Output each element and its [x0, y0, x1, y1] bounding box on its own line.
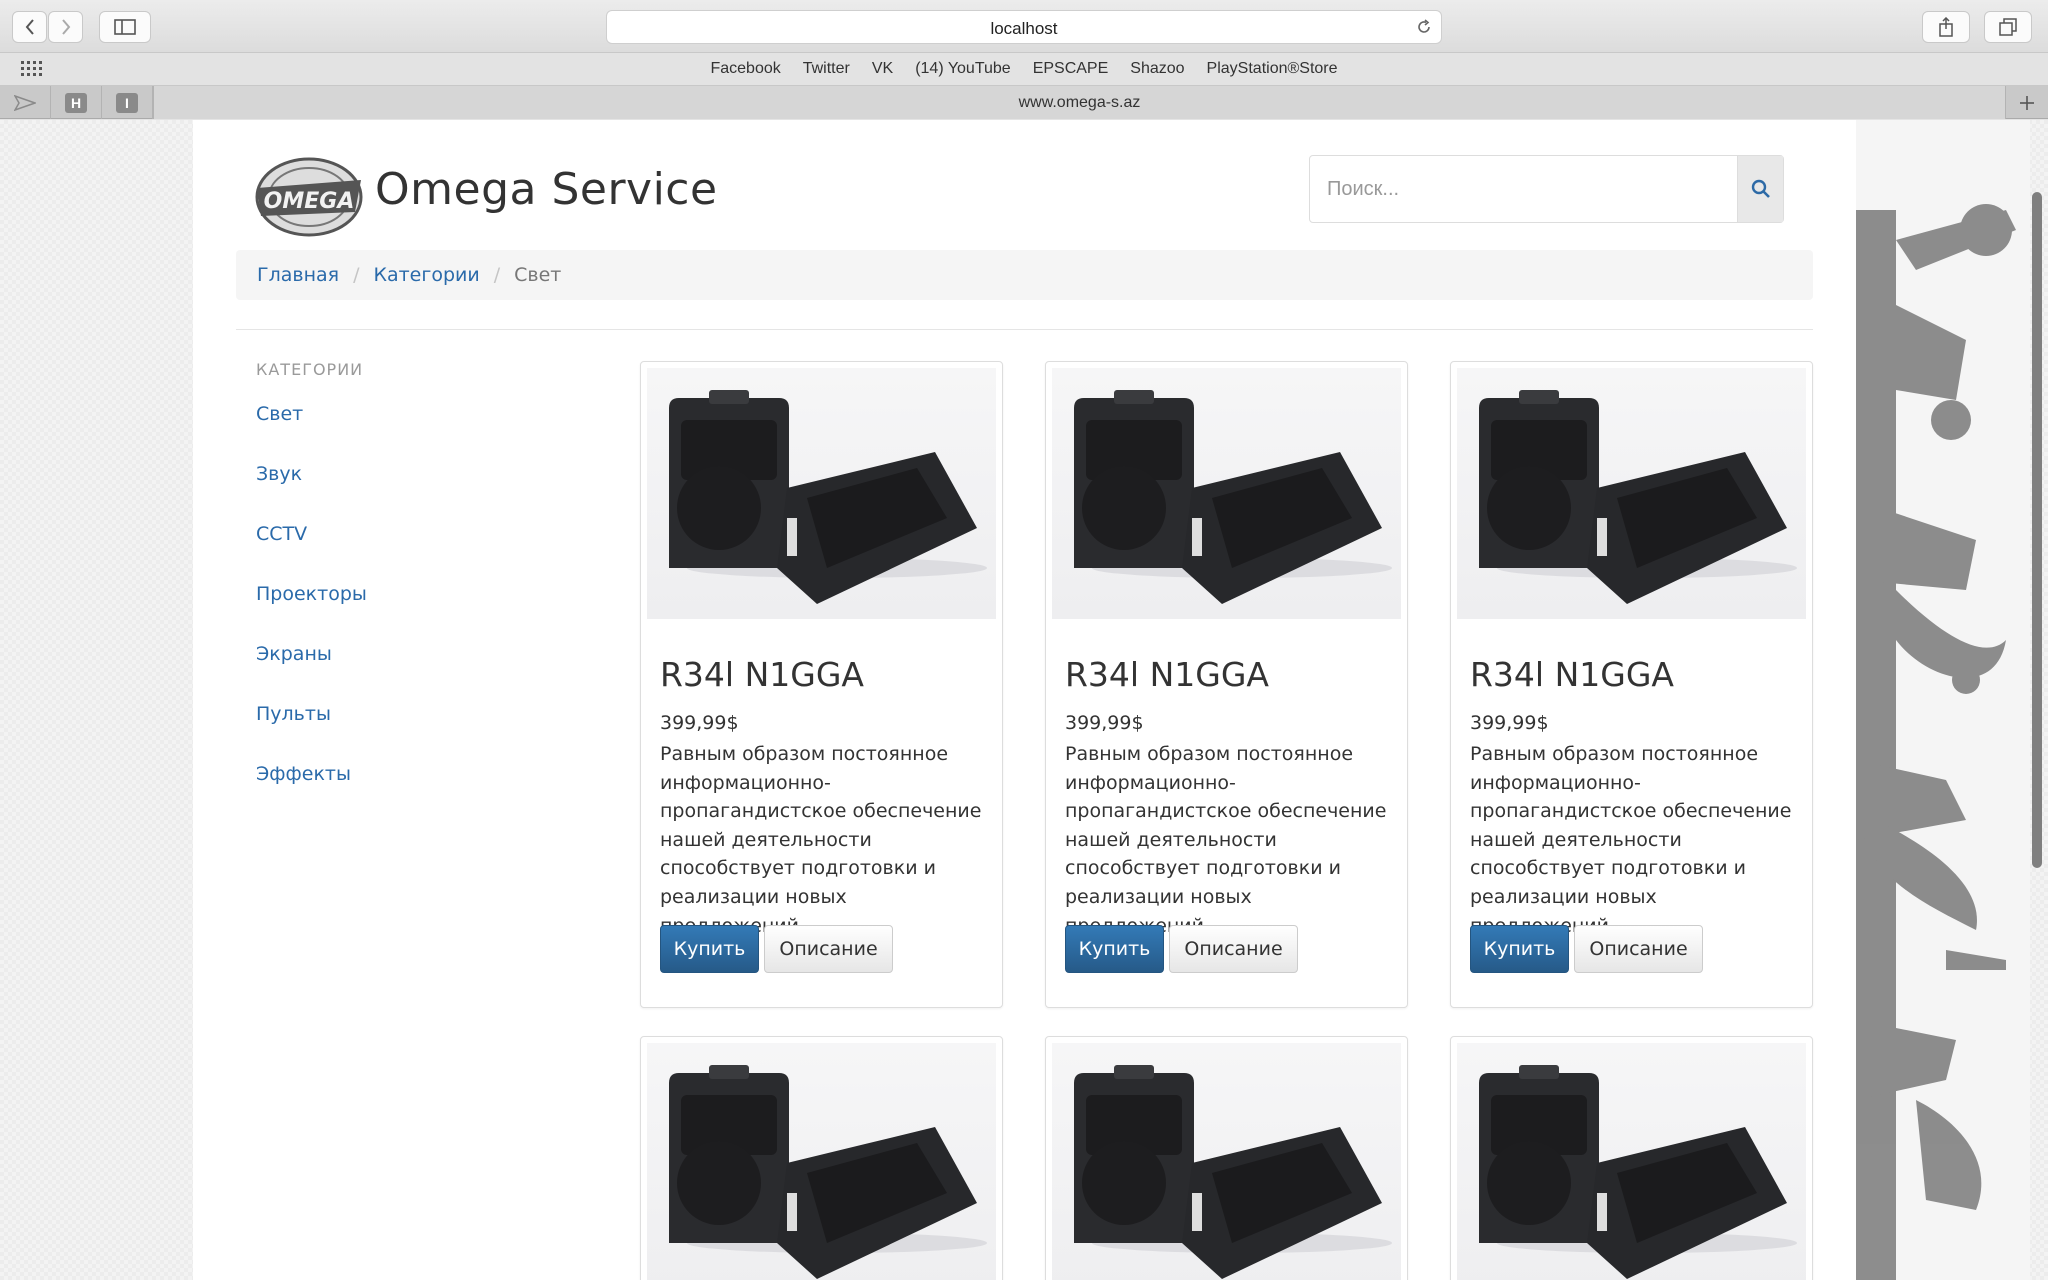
- address-text: localhost: [990, 19, 1058, 38]
- description-button[interactable]: Описание: [1574, 925, 1703, 973]
- product-title[interactable]: R34l N1GGA: [660, 655, 864, 694]
- breadcrumb-separator: /: [353, 264, 360, 286]
- product-price: 399,99$: [1065, 712, 1144, 734]
- breadcrumb: Главная / Категории / Свет: [236, 250, 1813, 300]
- search-box: [1309, 155, 1784, 223]
- product-image[interactable]: [1457, 1043, 1806, 1280]
- product-image[interactable]: [647, 368, 996, 619]
- tab-bar: H I www.omega-s.az: [0, 86, 2048, 119]
- buy-button[interactable]: Купить: [1470, 925, 1569, 973]
- sidebar-item-light[interactable]: Свет: [256, 402, 367, 462]
- tab-pinned-h[interactable]: H: [51, 86, 102, 119]
- pinned-tab-i-label: I: [116, 92, 138, 113]
- forward-button[interactable]: [48, 11, 83, 43]
- speaker-image: [1479, 1065, 1797, 1279]
- tab-active[interactable]: www.omega-s.az: [153, 86, 2006, 119]
- speaker-image: [1074, 390, 1392, 604]
- share-button[interactable]: [1922, 11, 1970, 43]
- sidebar-toggle-button[interactable]: [99, 11, 151, 43]
- breadcrumb-categories[interactable]: Категории: [373, 264, 479, 286]
- sidebar-item-screens[interactable]: Экраны: [256, 642, 367, 702]
- breadcrumb-current: Свет: [514, 264, 562, 286]
- product-description: Равным образом постоянное информационно-…: [1470, 743, 1792, 937]
- omega-logo[interactable]: OMEGA: [253, 156, 365, 238]
- tab-pinned-i[interactable]: I: [102, 86, 153, 119]
- product-card: R34l N1GGA 399,99$ Равным образом постоя…: [1045, 361, 1408, 1008]
- description-button[interactable]: Описание: [1169, 925, 1298, 973]
- sidebar-item-effects[interactable]: Эффекты: [256, 762, 367, 822]
- favorite-playstation-store[interactable]: PlayStation®Store: [1207, 60, 1338, 78]
- product-image[interactable]: [1052, 1043, 1401, 1280]
- product-description: Равным образом постоянное информационно-…: [1065, 743, 1387, 937]
- page-scrollbar[interactable]: [2032, 192, 2042, 868]
- product-card: [1045, 1036, 1408, 1280]
- product-title[interactable]: R34l N1GGA: [1470, 655, 1674, 694]
- back-button[interactable]: [12, 11, 47, 43]
- buy-button[interactable]: Купить: [1065, 925, 1164, 973]
- stage-lights-illustration: [1856, 204, 2016, 1280]
- speaker-image: [669, 1065, 987, 1279]
- favorite-shazoo[interactable]: Shazoo: [1130, 60, 1184, 78]
- logo-text: OMEGA: [264, 189, 355, 214]
- speaker-image: [1479, 390, 1797, 604]
- speaker-image: [1074, 1065, 1392, 1279]
- plus-icon: [2020, 95, 2034, 110]
- product-title[interactable]: R34l N1GGA: [1065, 655, 1269, 694]
- product-image[interactable]: [1457, 368, 1806, 619]
- browser-toolbar: localhost: [0, 0, 2048, 53]
- favorites-list: Facebook Twitter VK (14) YouTube EPSCAPE…: [0, 60, 2048, 78]
- product-card: R34l N1GGA 399,99$ Равным образом постоя…: [640, 361, 1003, 1008]
- search-input[interactable]: [1310, 156, 1737, 222]
- favorite-twitter[interactable]: Twitter: [803, 60, 850, 78]
- pinned-tab-h-label: H: [65, 92, 87, 113]
- search-icon: [1751, 179, 1770, 198]
- favorite-facebook[interactable]: Facebook: [710, 60, 780, 78]
- new-tab-button[interactable]: [2006, 86, 2048, 119]
- chevron-left-icon: [25, 19, 34, 35]
- favorites-bar: Facebook Twitter VK (14) YouTube EPSCAPE…: [0, 53, 2048, 86]
- product-description: Равным образом постоянное информационно-…: [660, 743, 982, 937]
- favorite-epscape[interactable]: EPSCAPE: [1033, 60, 1109, 78]
- sidebar-item-cctv[interactable]: CCTV: [256, 522, 367, 582]
- product-card: [640, 1036, 1003, 1280]
- tabs-overview-button[interactable]: [1984, 11, 2032, 43]
- sidebar-item-remotes[interactable]: Пульты: [256, 702, 367, 762]
- product-price: 399,99$: [1470, 712, 1549, 734]
- product-image[interactable]: [1052, 368, 1401, 619]
- tabs-icon: [1999, 18, 2017, 36]
- description-button[interactable]: Описание: [764, 925, 893, 973]
- decorative-background: [1856, 120, 2030, 1280]
- sidebar-item-sound[interactable]: Звук: [256, 462, 367, 522]
- sidebar-item-projectors[interactable]: Проекторы: [256, 582, 367, 642]
- reload-icon[interactable]: [1415, 18, 1433, 36]
- product-price: 399,99$: [660, 712, 739, 734]
- category-sidebar: КАТЕГОРИИ Свет Звук CCTV Проекторы Экран…: [256, 360, 367, 822]
- page-viewport: OMEGA Omega Service Главная / Категории …: [0, 120, 2048, 1280]
- sidebar-icon: [114, 19, 136, 35]
- address-bar[interactable]: localhost: [606, 10, 1442, 44]
- speaker-image: [669, 390, 987, 604]
- favorite-youtube[interactable]: (14) YouTube: [915, 60, 1010, 78]
- send-icon: [14, 94, 36, 111]
- brand-name[interactable]: Omega Service: [375, 164, 718, 215]
- tab-title: www.omega-s.az: [1018, 94, 1141, 111]
- product-card: [1450, 1036, 1813, 1280]
- favorite-vk[interactable]: VK: [872, 60, 893, 78]
- sidebar-heading: КАТЕГОРИИ: [256, 360, 364, 379]
- product-image[interactable]: [647, 1043, 996, 1280]
- share-icon: [1939, 17, 1953, 37]
- breadcrumb-separator: /: [493, 264, 501, 286]
- tab-send[interactable]: [0, 86, 51, 119]
- chevron-right-icon: [61, 19, 70, 35]
- page-container: OMEGA Omega Service Главная / Категории …: [193, 120, 1856, 1280]
- product-card: R34l N1GGA 399,99$ Равным образом постоя…: [1450, 361, 1813, 1008]
- search-button[interactable]: [1737, 156, 1783, 222]
- buy-button[interactable]: Купить: [660, 925, 759, 973]
- breadcrumb-home[interactable]: Главная: [257, 264, 339, 286]
- divider: [236, 329, 1813, 330]
